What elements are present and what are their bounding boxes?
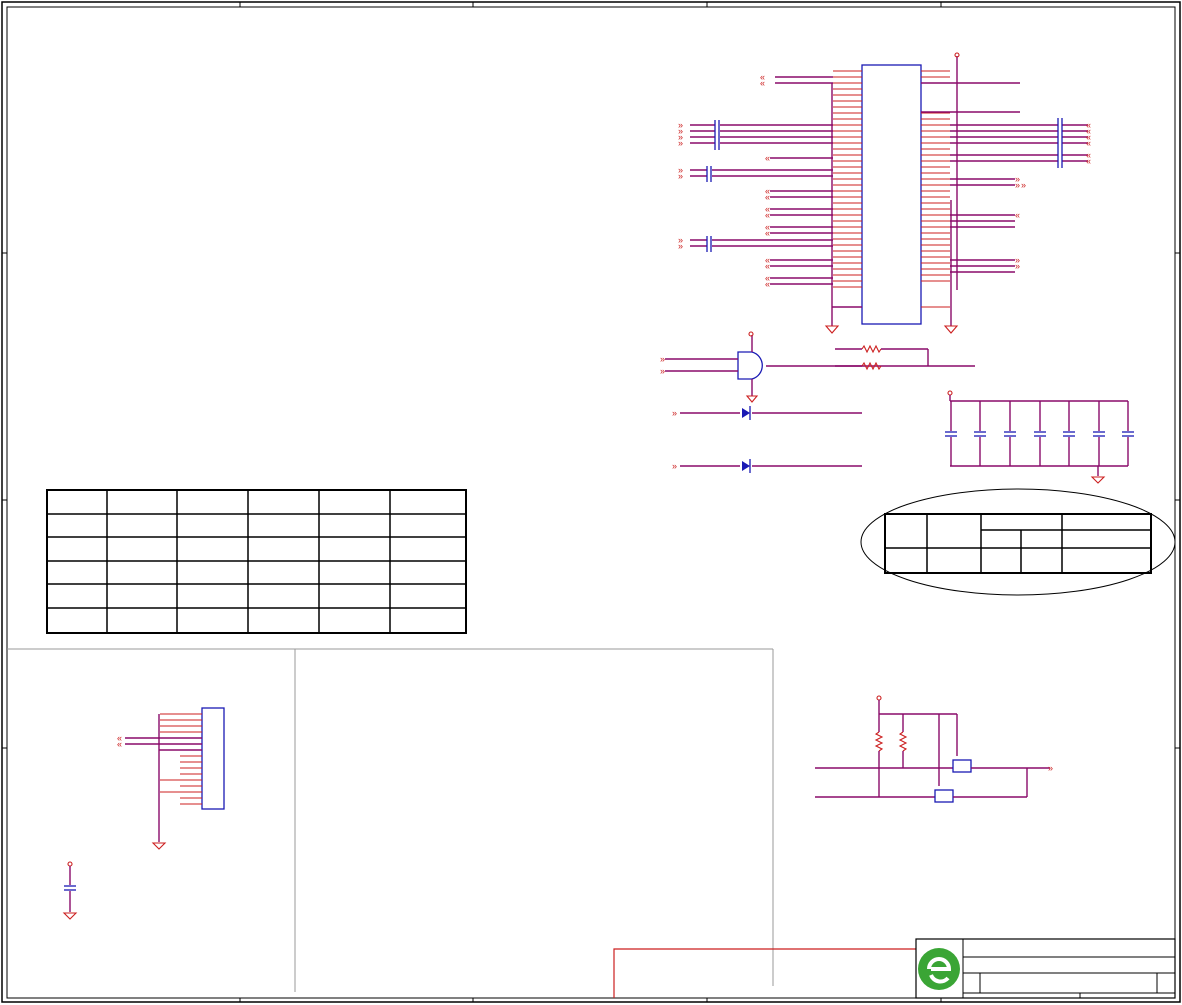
ground-symbol xyxy=(943,325,959,334)
svg-text:»: » xyxy=(678,241,683,251)
ground-symbol xyxy=(824,325,840,334)
diode-2: » xyxy=(672,459,862,473)
level-shifter: » xyxy=(815,695,1053,803)
ground-symbol xyxy=(151,842,167,850)
svg-text:«: « xyxy=(1015,210,1020,220)
svg-text:«: « xyxy=(760,78,765,88)
svg-text:«: « xyxy=(1086,156,1091,166)
main-ic-left-pins xyxy=(833,70,862,308)
svg-text:«: « xyxy=(1086,138,1091,148)
and-gate: » » xyxy=(660,331,975,403)
svg-text:«: « xyxy=(765,153,770,163)
svg-text:«: « xyxy=(117,739,122,749)
svg-text:«: « xyxy=(765,279,770,289)
ic-right-signals: ««« ««« »»» « »» xyxy=(950,118,1091,273)
diode-1: » xyxy=(672,406,862,420)
revision-box xyxy=(613,948,916,998)
schematic-canvas: « « »»»» »» »» « «« «« «« «« «« ««« ««« … xyxy=(1,1,1181,1003)
schematic-sheet: « « »»»» » » » » « « « « « « « « « « « «… xyxy=(0,0,1182,1005)
svg-text:»: » xyxy=(660,354,665,364)
title-block xyxy=(915,938,1176,999)
svg-text:«: « xyxy=(765,210,770,220)
ic-left-signals: « « »»»» »» »» « «« «« «« «« «« xyxy=(678,72,833,289)
company-logo xyxy=(918,948,960,990)
svg-text:«: « xyxy=(765,261,770,271)
connector-header: « « xyxy=(117,707,225,850)
main-ic xyxy=(824,52,1020,334)
legend-table xyxy=(860,488,1176,596)
svg-text:»: » xyxy=(672,461,677,471)
svg-text:»: » xyxy=(672,408,677,418)
section-divider xyxy=(7,648,774,992)
svg-text:»: » xyxy=(678,171,683,181)
bypass-capacitor xyxy=(62,861,78,920)
main-ic-right-pins xyxy=(921,70,950,308)
config-table xyxy=(46,489,467,634)
svg-text:»: » xyxy=(1015,261,1020,271)
svg-text:»: » xyxy=(678,138,683,148)
svg-text:«: « xyxy=(765,228,770,238)
svg-text:»: » xyxy=(1021,180,1026,190)
svg-text:»: » xyxy=(1015,180,1020,190)
svg-text:»: » xyxy=(660,366,665,376)
capacitor-bank xyxy=(945,390,1134,484)
sheet-border xyxy=(1,1,1181,1003)
svg-text:«: « xyxy=(765,192,770,202)
svg-text:»: » xyxy=(1048,763,1053,773)
